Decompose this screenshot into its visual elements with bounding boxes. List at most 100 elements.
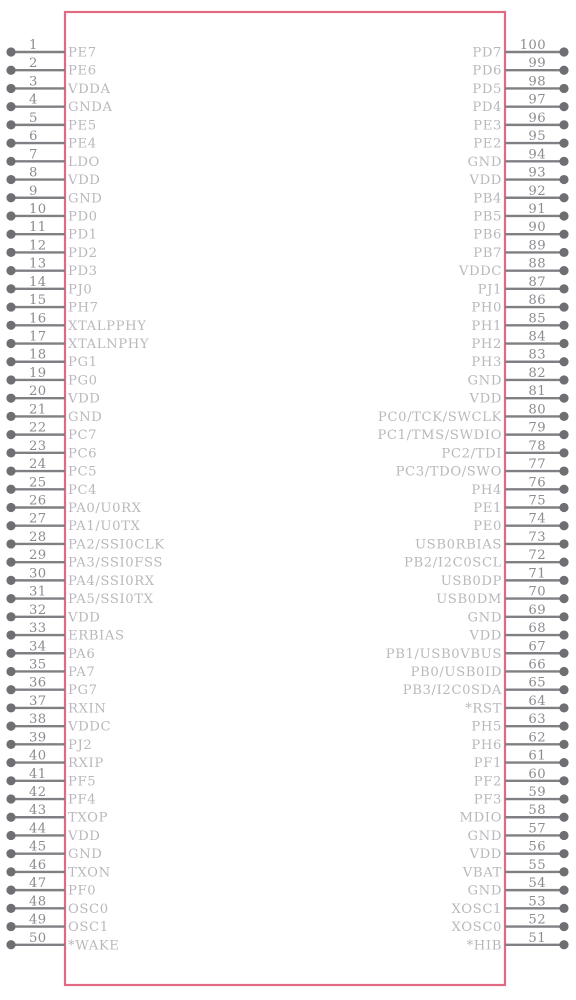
pin-connection-dot[interactable] xyxy=(559,138,569,148)
pin-connection-dot[interactable] xyxy=(6,721,16,731)
pin-connection-dot[interactable] xyxy=(6,776,16,786)
pin-connection-dot[interactable] xyxy=(6,284,16,294)
pin-connection-dot[interactable] xyxy=(559,612,569,622)
pin-connection-dot[interactable] xyxy=(6,138,16,148)
pin-connection-dot[interactable] xyxy=(559,284,569,294)
pin-connection-dot[interactable] xyxy=(559,648,569,658)
pin-connection-dot[interactable] xyxy=(559,867,569,877)
pin-connection-dot[interactable] xyxy=(6,666,16,677)
pin-connection-dot[interactable] xyxy=(559,776,569,786)
pin-connection-dot[interactable] xyxy=(559,721,569,731)
pin-connection-dot[interactable] xyxy=(6,557,16,567)
pin-connection-dot[interactable] xyxy=(6,174,16,185)
pin-connection-dot[interactable] xyxy=(559,47,569,57)
pin-connection-dot[interactable] xyxy=(6,120,16,130)
pin-connection-dot[interactable] xyxy=(559,156,569,166)
pin-connection-dot[interactable] xyxy=(6,575,16,585)
pin-connection-dot[interactable] xyxy=(559,757,569,768)
pin-1[interactable]: 1 PE7 xyxy=(6,38,96,61)
pin-connection-dot[interactable] xyxy=(6,466,16,476)
pin-connection-dot[interactable] xyxy=(559,393,569,403)
pin-connection-dot[interactable] xyxy=(559,666,569,677)
pin-connection-dot[interactable] xyxy=(6,757,16,768)
pin-connection-dot[interactable] xyxy=(559,940,569,950)
pin-connection-dot[interactable] xyxy=(6,247,16,258)
pin-connection-dot[interactable] xyxy=(559,502,569,513)
pin-connection-dot[interactable] xyxy=(559,65,569,75)
pin-connection-dot[interactable] xyxy=(6,484,16,494)
pin-connection-dot[interactable] xyxy=(559,83,569,94)
pin-connection-dot[interactable] xyxy=(6,393,16,403)
pin-connection-dot[interactable] xyxy=(6,83,16,94)
pin-connection-dot[interactable] xyxy=(6,885,16,895)
pin-connection-dot[interactable] xyxy=(6,739,16,749)
pin-connection-dot[interactable] xyxy=(559,849,569,859)
pin-connection-dot[interactable] xyxy=(6,47,16,57)
pin-connection-dot[interactable] xyxy=(6,830,16,841)
pin-connection-dot[interactable] xyxy=(6,302,16,312)
pin-connection-dot[interactable] xyxy=(559,630,569,640)
pin-connection-dot[interactable] xyxy=(559,411,569,421)
pin-connection-dot[interactable] xyxy=(6,156,16,166)
pin-connection-dot[interactable] xyxy=(6,411,16,421)
pin-connection-dot[interactable] xyxy=(6,594,16,604)
pin-connection-dot[interactable] xyxy=(559,739,569,749)
pin-connection-dot[interactable] xyxy=(559,357,569,367)
pin-connection-dot[interactable] xyxy=(559,794,569,804)
pin-connection-dot[interactable] xyxy=(559,266,569,276)
pin-connection-dot[interactable] xyxy=(559,557,569,567)
pin-connection-dot[interactable] xyxy=(6,539,16,549)
pin-connection-dot[interactable] xyxy=(6,903,16,913)
pin-connection-dot[interactable] xyxy=(6,521,16,531)
pin-connection-dot[interactable] xyxy=(6,193,16,203)
pin-connection-dot[interactable] xyxy=(559,247,569,258)
pin-connection-dot[interactable] xyxy=(6,648,16,658)
pin-connection-dot[interactable] xyxy=(559,539,569,549)
pin-connection-dot[interactable] xyxy=(559,703,569,713)
pin-connection-dot[interactable] xyxy=(559,302,569,312)
pin-connection-dot[interactable] xyxy=(559,338,569,349)
pin-connection-dot[interactable] xyxy=(559,521,569,531)
pin-connection-dot[interactable] xyxy=(6,502,16,513)
pin-connection-dot[interactable] xyxy=(559,594,569,604)
pin-connection-dot[interactable] xyxy=(559,430,569,440)
pin-connection-dot[interactable] xyxy=(6,921,16,932)
pin-connection-dot[interactable] xyxy=(6,375,16,385)
pin-connection-dot[interactable] xyxy=(6,867,16,877)
pin-connection-dot[interactable] xyxy=(6,630,16,640)
pin-connection-dot[interactable] xyxy=(6,211,16,221)
pin-connection-dot[interactable] xyxy=(6,794,16,804)
pin-connection-dot[interactable] xyxy=(559,484,569,494)
pin-connection-dot[interactable] xyxy=(559,466,569,476)
pin-connection-dot[interactable] xyxy=(6,685,16,695)
pin-connection-dot[interactable] xyxy=(6,338,16,349)
pin-connection-dot[interactable] xyxy=(6,812,16,822)
pin-connection-dot[interactable] xyxy=(559,320,569,330)
pin-connection-dot[interactable] xyxy=(6,703,16,713)
pin-connection-dot[interactable] xyxy=(6,320,16,330)
pin-connection-dot[interactable] xyxy=(559,903,569,913)
pin-connection-dot[interactable] xyxy=(559,229,569,239)
pin-connection-dot[interactable] xyxy=(6,266,16,276)
pin-connection-dot[interactable] xyxy=(559,921,569,932)
pin-connection-dot[interactable] xyxy=(6,849,16,859)
pin-connection-dot[interactable] xyxy=(559,685,569,695)
pin-connection-dot[interactable] xyxy=(6,65,16,75)
pin-connection-dot[interactable] xyxy=(6,612,16,622)
pin-connection-dot[interactable] xyxy=(559,211,569,221)
pin-connection-dot[interactable] xyxy=(6,430,16,440)
pin-connection-dot[interactable] xyxy=(6,229,16,239)
pin-connection-dot[interactable] xyxy=(6,448,16,458)
pin-connection-dot[interactable] xyxy=(559,375,569,385)
pin-connection-dot[interactable] xyxy=(559,575,569,585)
pin-connection-dot[interactable] xyxy=(559,193,569,203)
pin-connection-dot[interactable] xyxy=(6,102,16,112)
pin-connection-dot[interactable] xyxy=(559,174,569,185)
pin-100[interactable]: 100 PD7 xyxy=(472,38,569,61)
pin-connection-dot[interactable] xyxy=(559,830,569,841)
pin-connection-dot[interactable] xyxy=(559,885,569,895)
pin-connection-dot[interactable] xyxy=(559,102,569,112)
pin-connection-dot[interactable] xyxy=(6,940,16,950)
pin-connection-dot[interactable] xyxy=(559,120,569,130)
pin-connection-dot[interactable] xyxy=(6,357,16,367)
